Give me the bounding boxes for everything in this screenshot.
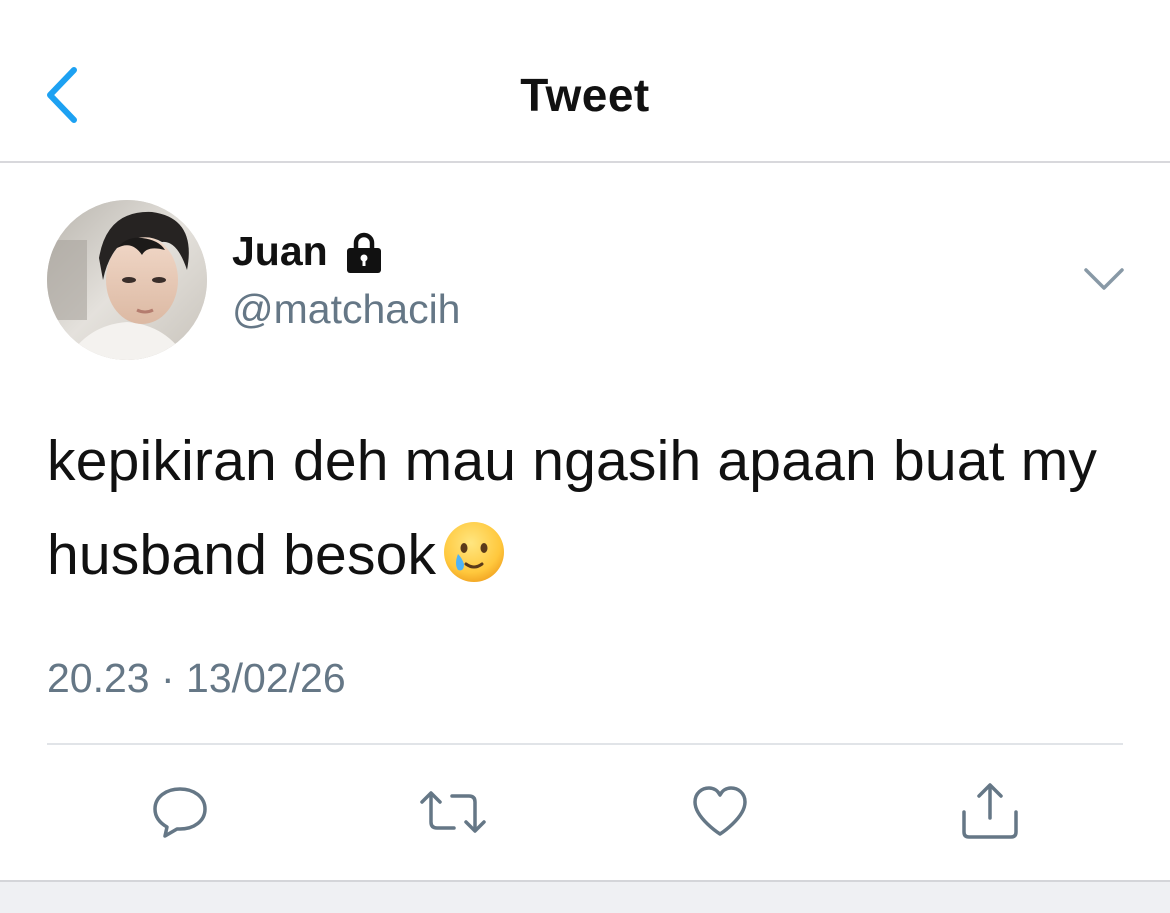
reply-icon (153, 787, 207, 838)
like-button[interactable] (690, 782, 750, 842)
chevron-down-icon (1084, 268, 1124, 290)
share-icon (962, 783, 1018, 839)
bottom-bar (0, 880, 1170, 913)
navigation-bar: Tweet (0, 0, 1170, 163)
reply-button[interactable] (150, 782, 210, 842)
like-icon (693, 786, 747, 836)
more-options-button[interactable] (1082, 262, 1126, 296)
retweet-icon (420, 791, 486, 833)
divider (47, 743, 1123, 745)
tweet-text: kepikiran deh mau ngasih apaan buat my h… (47, 414, 1127, 602)
author-handle[interactable]: @matchacih (232, 286, 460, 333)
tweet-text-content: kepikiran deh mau ngasih apaan buat my h… (47, 429, 1098, 587)
share-button[interactable] (960, 782, 1020, 842)
author-name-text: Juan (232, 228, 328, 274)
tweet-timestamp: 20.23 · 13/02/26 (47, 655, 346, 701)
face-holding-back-tears-emoji (444, 522, 505, 582)
tweet-detail-screen: Tweet Juan @matchacih kepikiran deh mau … (0, 0, 1170, 913)
avatar[interactable] (47, 200, 207, 360)
author-name[interactable]: Juan (232, 228, 386, 275)
retweet-button[interactable] (418, 782, 486, 842)
page-title: Tweet (520, 69, 650, 121)
avatar-photo (47, 200, 207, 360)
lock-icon (346, 232, 381, 273)
